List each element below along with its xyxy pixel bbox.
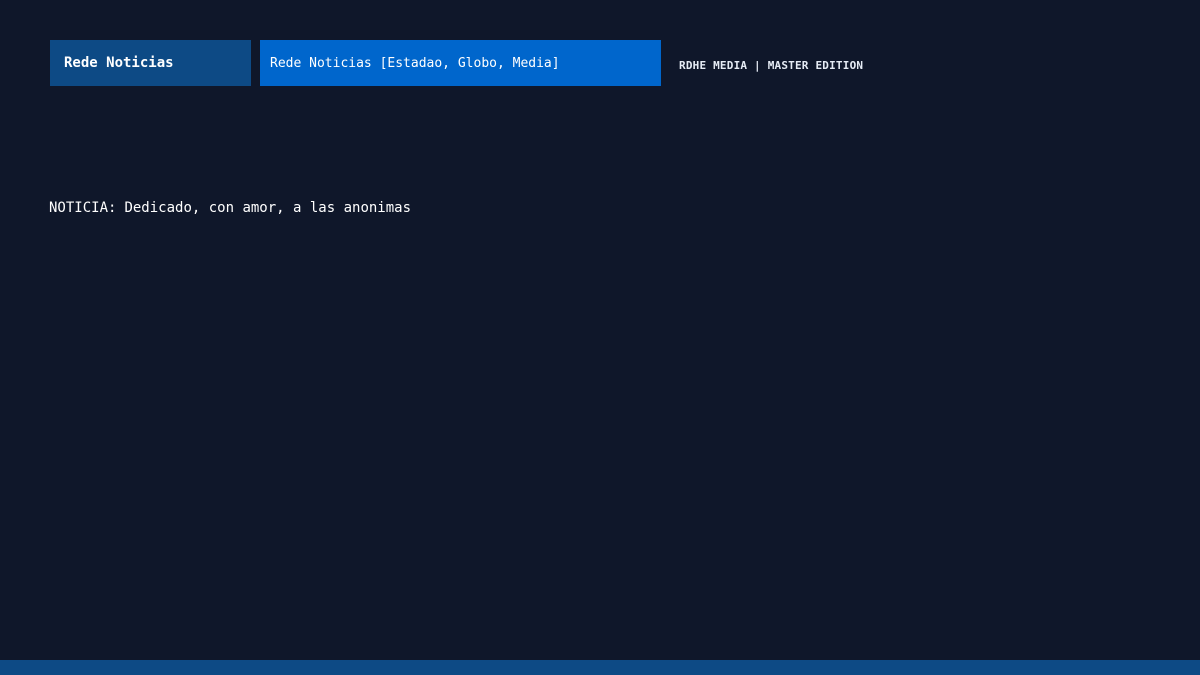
news-line: NOTICIA: Dedicado, con amor, a las anoni… <box>49 198 411 218</box>
channel-button-label: Rede Noticias <box>64 55 174 71</box>
bottom-bar <box>0 660 1200 675</box>
app-window: Rede Noticias Rede Noticias [Estadao, Gl… <box>0 0 1200 675</box>
news-text: Dedicado, con amor, a las anonimas <box>124 200 412 216</box>
channel-button[interactable]: Rede Noticias <box>50 40 251 86</box>
news-prefix: NOTICIA: <box>49 200 117 216</box>
sources-selector-label: Rede Noticias [Estadao, Globo, Media] <box>270 55 560 71</box>
sources-selector[interactable]: Rede Noticias [Estadao, Globo, Media] <box>260 40 661 86</box>
edition-label: RDHE MEDIA | MASTER EDITION <box>679 58 864 72</box>
